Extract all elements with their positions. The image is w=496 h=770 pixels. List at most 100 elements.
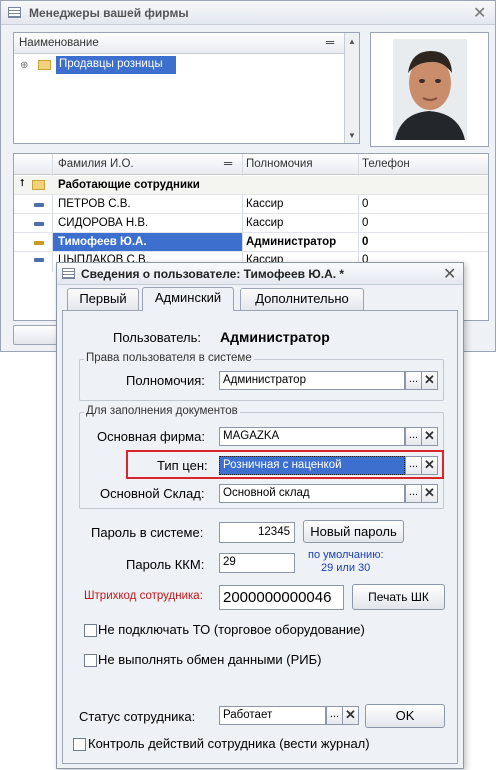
row-name: Тимофеев Ю.А.: [58, 236, 147, 248]
close-icon[interactable]: ✕: [443, 264, 456, 284]
row-phone: 0: [362, 198, 369, 210]
docs-group-title: Для заполнения документов: [84, 405, 240, 417]
firm-value: MAGAZKA: [223, 430, 280, 442]
firm-label: Основная фирма:: [97, 429, 205, 444]
log-actions-label[interactable]: Контроль действий сотрудника (вести журн…: [88, 736, 370, 751]
firm-field[interactable]: MAGAZKA: [219, 427, 405, 446]
password-label: Пароль в системе:: [91, 525, 204, 540]
warehouse-value: Основной склад: [223, 487, 310, 499]
user-row-icon: [34, 258, 44, 262]
status-field[interactable]: Работает: [219, 706, 326, 725]
warehouse-field[interactable]: Основной склад: [219, 484, 405, 503]
new-password-button[interactable]: Новый пароль: [303, 520, 404, 543]
row-phone: 0: [362, 254, 369, 262]
password-value: 12345: [258, 526, 290, 538]
kkm-password-field[interactable]: 29: [219, 553, 295, 573]
row-name: ЦЫПЛАКОВ С.В.: [58, 254, 149, 262]
log-actions-checkbox[interactable]: [73, 738, 86, 751]
price-type-label: Тип цен:: [157, 458, 208, 473]
barcode-label: Штрихкод сотрудника:: [84, 590, 203, 602]
row-name: ПЕТРОВ С.В.: [58, 198, 131, 210]
role-field[interactable]: Администратор: [219, 371, 405, 390]
tree-item-retail-sellers[interactable]: Продавцы розницы: [56, 56, 176, 74]
dialog-titlebar: Сведения о пользователе: Тимофеев Ю.А. *…: [57, 263, 463, 285]
tab-additional[interactable]: Дополнительно: [240, 288, 364, 310]
user-row-icon: [34, 222, 44, 226]
rights-group-title: Права пользователя в системе: [84, 352, 254, 364]
price-type-field[interactable]: Розничная с наценкой: [219, 456, 405, 475]
select-warehouse-button[interactable]: ...: [405, 484, 422, 503]
tree-item-label: Продавцы розницы: [59, 58, 163, 70]
user-row-icon: [34, 203, 44, 207]
kkm-default-hint: по умолчанию:: [308, 549, 384, 561]
row-name: СИДОРОВА Н.В.: [58, 217, 149, 229]
warehouse-label: Основной Склад:: [100, 486, 205, 501]
select-role-button[interactable]: ...: [405, 371, 422, 390]
scroll-down-icon[interactable]: ▼: [345, 131, 359, 140]
barcode-value: 2000000000046: [223, 589, 332, 606]
tree-header-label: Наименование: [19, 37, 99, 49]
print-barcode-button[interactable]: Печать ШК: [352, 584, 445, 610]
window-list-icon: [62, 268, 75, 279]
close-icon[interactable]: ✕: [473, 3, 486, 23]
window-list-icon: [8, 7, 21, 18]
no-equipment-label[interactable]: Не подключать ТО (торговое оборудование): [98, 622, 365, 637]
col-phone-header[interactable]: Телефон: [362, 158, 410, 170]
select-firm-button[interactable]: ...: [405, 427, 422, 446]
row-role: Администратор: [246, 236, 337, 248]
no-exchange-checkbox[interactable]: [84, 654, 97, 667]
groups-tree[interactable]: Наименование ═ ⊕ Продавцы розницы ▲ ▼: [13, 32, 360, 144]
tree-header[interactable]: Наименование ═: [14, 33, 344, 54]
folder-icon: [38, 60, 51, 70]
clear-price-type-icon[interactable]: ✕: [421, 456, 438, 475]
password-field[interactable]: 12345: [219, 522, 295, 543]
no-equipment-checkbox[interactable]: [84, 624, 97, 637]
clear-firm-icon[interactable]: ✕: [421, 427, 438, 446]
sort-icon: ═: [224, 158, 233, 170]
expand-icon[interactable]: ⊕: [20, 60, 28, 71]
status-label: Статус сотрудника:: [79, 709, 196, 724]
select-status-button[interactable]: ...: [326, 706, 343, 725]
collapse-icon[interactable]: ⭡: [20, 178, 25, 189]
price-type-value: Розничная с наценкой: [223, 459, 342, 471]
select-price-type-button[interactable]: ...: [405, 456, 422, 475]
tree-scrollbar[interactable]: ▲ ▼: [344, 33, 359, 143]
clear-status-icon[interactable]: ✕: [342, 706, 359, 725]
grid-header: Фамилия И.О. ═ Полномочия Телефон: [14, 154, 488, 175]
tab-label: Дополнительно: [255, 291, 349, 306]
user-value: Администратор: [220, 329, 330, 345]
kkm-default-values: 29 или 30: [321, 562, 371, 574]
kkm-password-label: Пароль ККМ:: [126, 557, 205, 572]
clear-role-icon[interactable]: ✕: [421, 371, 438, 390]
ok-button[interactable]: OK: [365, 704, 445, 728]
role-label: Полномочия:: [126, 373, 205, 388]
row-role: Кассир: [246, 198, 284, 210]
employee-photo: [371, 33, 488, 146]
group-row[interactable]: ⭡ Работающие сотрудники: [14, 176, 488, 195]
status-value: Работает: [223, 709, 273, 721]
tab-first[interactable]: Первый: [67, 288, 139, 310]
row-role: Кассир: [246, 254, 284, 262]
employee-photo-frame: [370, 32, 489, 147]
kkm-password-value: 29: [223, 556, 236, 568]
managers-window-title: Менеджеры вашей фирмы: [29, 6, 189, 20]
no-exchange-label[interactable]: Не выполнять обмен данными (РИБ): [98, 652, 322, 667]
row-role: Кассир: [246, 217, 284, 229]
table-row[interactable]: ПЕТРОВ С.В. Кассир 0: [14, 195, 488, 214]
scroll-up-icon[interactable]: ▲: [345, 37, 359, 46]
dialog-title: Сведения о пользователе: Тимофеев Ю.А. *: [81, 267, 345, 281]
row-phone: 0: [362, 217, 369, 229]
table-row-selected[interactable]: Тимофеев Ю.А. Администратор 0: [14, 233, 488, 252]
col-name-header[interactable]: Фамилия И.О.: [58, 158, 134, 170]
table-row[interactable]: СИДОРОВА Н.В. Кассир 0: [14, 214, 488, 233]
tab-label: Админский: [154, 290, 222, 305]
tab-admin[interactable]: Админский: [142, 287, 234, 311]
user-row-icon: [34, 241, 44, 245]
col-role-header[interactable]: Полномочия: [246, 158, 313, 170]
user-label: Пользователь:: [113, 330, 201, 345]
role-value: Администратор: [223, 374, 306, 386]
sort-icon: ═: [326, 37, 335, 49]
table-row[interactable]: ЦЫПЛАКОВ С.В. Кассир 0: [14, 252, 488, 262]
clear-warehouse-icon[interactable]: ✕: [421, 484, 438, 503]
barcode-field[interactable]: 2000000000046: [219, 585, 344, 610]
